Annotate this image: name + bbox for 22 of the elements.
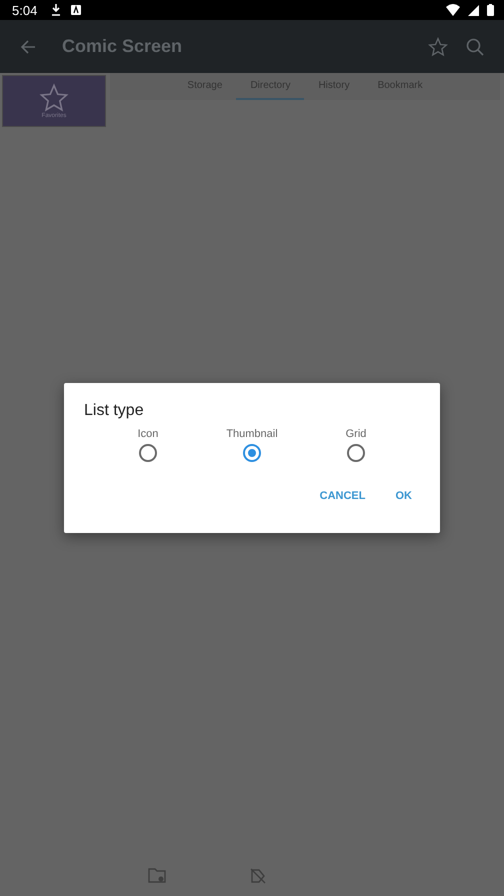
notification-icon	[71, 5, 82, 15]
battery-icon	[487, 4, 494, 16]
option-label: Thumbnail	[226, 428, 278, 440]
folder-settings-icon[interactable]	[148, 868, 166, 884]
option-label: Grid	[346, 428, 366, 440]
search-icon[interactable]	[466, 38, 484, 56]
signal-icon	[468, 4, 479, 16]
star-icon	[39, 83, 69, 113]
radio-button[interactable]	[347, 444, 365, 462]
radio-button[interactable]	[139, 444, 157, 462]
dialog-title: List type	[84, 402, 145, 420]
wifi-icon	[446, 4, 460, 16]
dialog-button[interactable]: OK	[388, 484, 420, 508]
app-title: Comic Screen	[62, 36, 182, 57]
download-icon	[51, 4, 62, 16]
option-label: Icon	[138, 428, 158, 440]
star-icon[interactable]	[428, 36, 448, 56]
status-time: 5:04	[12, 2, 38, 18]
no-label-icon[interactable]	[250, 868, 266, 884]
back-arrow-icon[interactable]	[20, 38, 36, 54]
dialog-button[interactable]: CANCEL	[312, 484, 374, 508]
radio-button[interactable]	[243, 444, 261, 462]
